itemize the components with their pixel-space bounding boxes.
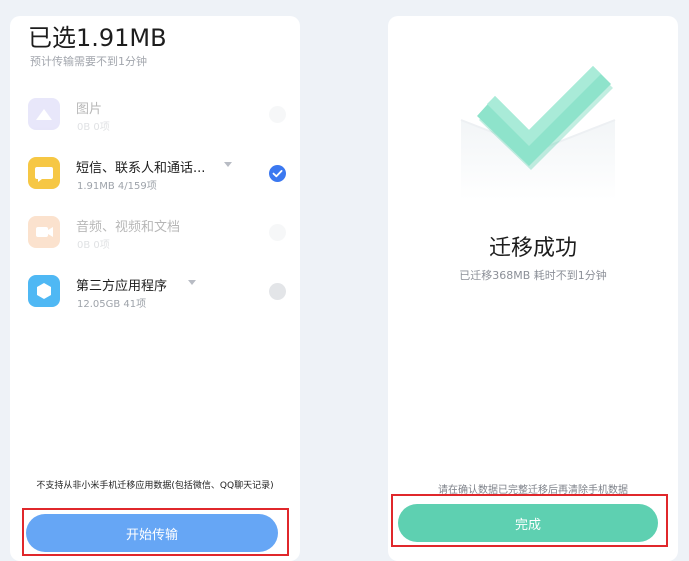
done-button-highlight — [391, 494, 668, 547]
chevron-down-icon[interactable] — [188, 280, 196, 285]
category-row-messages[interactable]: 短信、联系人和通话... 1.91MB 4/159项 — [28, 153, 290, 197]
app-icon — [28, 275, 60, 307]
start-button-highlight — [22, 508, 289, 556]
category-name: 短信、联系人和通话... — [76, 161, 206, 176]
checkbox[interactable] — [269, 106, 286, 123]
category-meta: 12.05GB 41项 — [77, 299, 147, 310]
category-row-apps[interactable]: 第三方应用程序 12.05GB 41项 — [28, 271, 290, 315]
message-icon — [28, 157, 60, 189]
category-row-media[interactable]: 音频、视频和文档 0B 0项 — [28, 212, 290, 256]
video-icon — [28, 216, 60, 248]
checkbox-checked[interactable] — [269, 165, 286, 182]
checkbox[interactable] — [269, 224, 286, 241]
success-summary: 已迁移368MB 耗时不到1分钟 — [459, 269, 607, 282]
image-icon — [28, 98, 60, 130]
category-meta: 0B 0项 — [77, 240, 110, 251]
category-name: 第三方应用程序 — [76, 279, 168, 294]
checkbox[interactable] — [269, 283, 286, 300]
category-name: 图片 — [76, 102, 103, 117]
transfer-time-estimate: 预计传输需要不到1分钟 — [30, 55, 147, 68]
success-title: 迁移成功 — [488, 236, 577, 261]
category-name: 音频、视频和文档 — [76, 220, 181, 235]
transfer-selection-panel: 已选1.91MB 预计传输需要不到1分钟 图片 0B 0项 短信、联系人和通话.… — [10, 16, 300, 561]
migration-notice: 不支持从非小米手机迁移应用数据(包括微信、QQ聊天记录) — [36, 481, 274, 491]
migration-success-panel: 迁移成功 已迁移368MB 耗时不到1分钟 请在确认数据已完整迁移后再清除手机数… — [388, 16, 678, 561]
category-row-images[interactable]: 图片 0B 0项 — [28, 94, 290, 138]
category-meta: 0B 0项 — [77, 122, 110, 133]
success-check-icon — [453, 38, 623, 213]
selected-size-title: 已选1.91MB — [28, 24, 167, 52]
chevron-down-icon[interactable] — [224, 162, 232, 167]
category-meta: 1.91MB 4/159项 — [77, 181, 157, 192]
